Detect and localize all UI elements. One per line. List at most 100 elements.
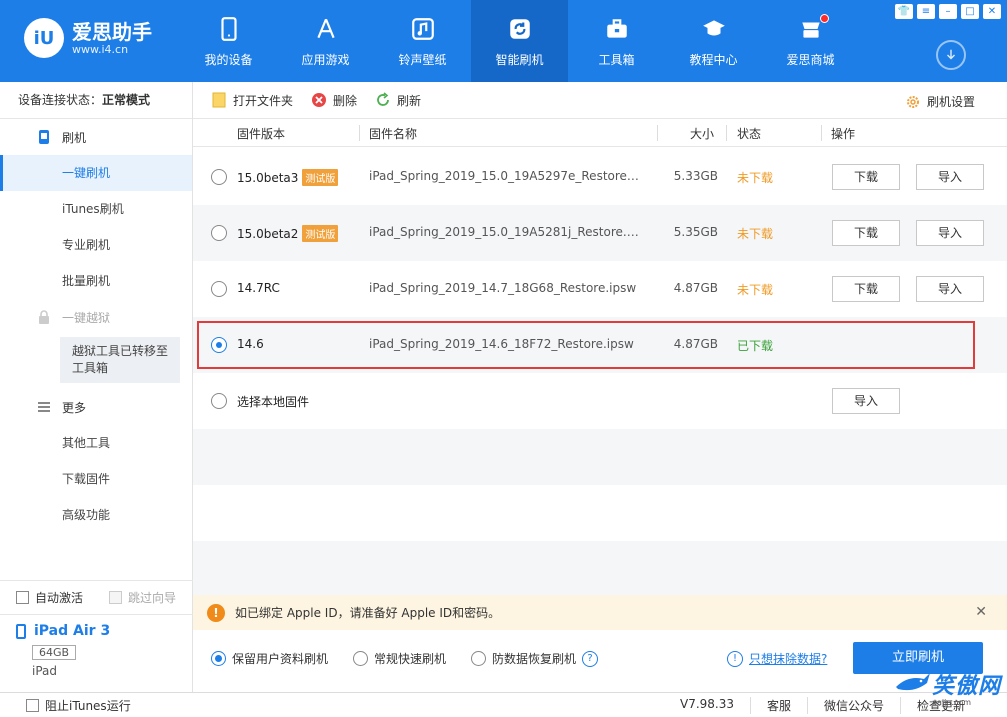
nav-apps[interactable]: 应用游戏 — [277, 0, 374, 82]
firmware-radio[interactable] — [211, 169, 227, 185]
import-button[interactable]: 导入 — [916, 220, 984, 246]
firmware-name: iPad_Spring_2019_15.0_19A5281j_Restore.i… — [369, 225, 639, 239]
close-icon[interactable]: ✕ — [983, 4, 1001, 19]
sidebar-bottom: 自动激活 跳过向导 iPad Air 3 64GB iPad — [0, 580, 193, 692]
main-panel: 打开文件夹 删除 刷新 刷机设置 固件版本 固件名称 大小 状态 操作 15.0… — [193, 82, 1007, 692]
refresh-icon — [377, 92, 389, 106]
warning-icon: ! — [207, 603, 225, 622]
local-firmware-label: 选择本地固件 — [237, 393, 309, 410]
folder-icon — [212, 92, 226, 108]
list-icon — [36, 399, 52, 415]
download-button[interactable]: 下载 — [832, 164, 900, 190]
help-icon[interactable]: ? — [582, 650, 599, 667]
open-folder-button[interactable]: 打开文件夹 — [211, 92, 293, 109]
nav-tutorials[interactable]: 教程中心 — [665, 0, 762, 82]
delete-button[interactable]: 删除 — [311, 92, 357, 109]
firmware-radio[interactable] — [211, 393, 227, 409]
appstore-icon — [312, 15, 340, 43]
firmware-radio[interactable] — [211, 225, 227, 241]
import-button[interactable]: 导入 — [916, 164, 984, 190]
download-manager-icon[interactable] — [936, 40, 966, 70]
open-folder-label: 打开文件夹 — [233, 93, 294, 108]
import-button[interactable]: 导入 — [832, 388, 900, 414]
nav-label: 我的设备 — [204, 52, 253, 67]
firmware-radio[interactable] — [211, 281, 227, 297]
empty-row — [193, 485, 1007, 541]
sidebar-item-advanced[interactable]: 高级功能 — [0, 497, 192, 533]
option-quick[interactable]: 常规快速刷机 — [353, 650, 446, 667]
sidebar-item-batch-flash[interactable]: 批量刷机 — [0, 263, 192, 299]
option-keep-data[interactable]: 保留用户资料刷机 — [211, 650, 328, 667]
support-link[interactable]: 客服 — [750, 697, 807, 714]
flash-settings-label: 刷机设置 — [926, 95, 975, 109]
table-header: 固件版本 固件名称 大小 状态 操作 — [193, 119, 1007, 147]
toolbar: 打开文件夹 删除 刷新 刷机设置 — [193, 82, 1007, 119]
empty-row — [193, 541, 1007, 595]
sidebar-item-other-tools[interactable]: 其他工具 — [0, 425, 192, 461]
nav-label: 爱思商城 — [786, 52, 835, 67]
sidebar-group-flash[interactable]: 刷机 — [0, 119, 192, 155]
import-button[interactable]: 导入 — [916, 276, 984, 302]
flash-settings-button[interactable]: 刷机设置 — [905, 93, 975, 110]
table-row: 15.0beta2 测试版 iPad_Spring_2019_15.0_19A5… — [193, 205, 1007, 261]
device-type: iPad — [32, 664, 58, 678]
sidebar-group-jailbreak: 一键越狱 — [0, 299, 192, 335]
logo-mark: iU — [24, 18, 64, 58]
block-itunes-checkbox[interactable] — [26, 698, 39, 712]
block-itunes: 阻止iTunes运行 — [0, 697, 131, 714]
sidebar-item-one-click-flash[interactable]: 一键刷机 — [0, 155, 192, 191]
wipe-data-link[interactable]: ! 只想抹除数据? — [727, 650, 827, 667]
logo-url: www.i4.cn — [72, 42, 129, 56]
menu-icon[interactable]: ≡ — [917, 4, 935, 19]
app-logo: iU 爱思助手 www.i4.cn — [24, 18, 152, 58]
refresh-icon — [506, 15, 534, 43]
nav-shop[interactable]: 爱思商城 — [762, 0, 859, 82]
col-actions: 操作 — [831, 127, 856, 141]
sidebar-group-more[interactable]: 更多 — [0, 389, 192, 425]
option-radio[interactable] — [471, 651, 486, 666]
version-text: 15.0beta3 — [237, 170, 299, 185]
auto-activate-checkbox[interactable] — [16, 591, 29, 604]
option-anti-recovery[interactable]: 防数据恢复刷机 ? — [471, 650, 599, 667]
music-icon — [409, 15, 437, 43]
sidebar-item-itunes-flash[interactable]: iTunes刷机 — [0, 191, 192, 227]
maximize-icon[interactable]: □ — [961, 4, 979, 19]
minimize-icon[interactable]: – — [939, 4, 957, 19]
nav-ringtones[interactable]: 铃声壁纸 — [374, 0, 471, 82]
nav-smart-flash[interactable]: 智能刷机 — [471, 0, 568, 82]
connection-status: 设备连接状态：正常模式 — [0, 82, 192, 119]
device-name-text: iPad Air 3 — [34, 623, 111, 639]
col-name: 固件名称 — [369, 127, 418, 141]
info-icon: ! — [727, 650, 743, 667]
watermark-text: 笑傲网 — [931, 674, 1001, 699]
col-size: 大小 — [690, 127, 715, 141]
option-label: 保留用户资料刷机 — [232, 652, 329, 666]
option-label: 防数据恢复刷机 — [492, 652, 577, 666]
toolbox-icon — [603, 15, 631, 43]
window-controls: 👕 ≡ – □ ✕ — [895, 4, 1001, 19]
table-row-local-firmware: 选择本地固件 导入 — [193, 373, 1007, 429]
sidebar-item-download-firmware[interactable]: 下载固件 — [0, 461, 192, 497]
option-radio[interactable] — [353, 651, 368, 666]
firmware-version: 14.7RC — [237, 281, 280, 295]
nav-my-device[interactable]: 我的设备 — [180, 0, 277, 82]
block-itunes-label: 阻止iTunes运行 — [45, 698, 131, 713]
refresh-button[interactable]: 刷新 — [375, 92, 421, 109]
delete-icon — [312, 93, 327, 107]
nav-toolbox[interactable]: 工具箱 — [568, 0, 665, 82]
close-icon[interactable]: ✕ — [975, 604, 987, 620]
download-button[interactable]: 下载 — [832, 276, 900, 302]
wechat-link[interactable]: 微信公众号 — [807, 697, 900, 714]
skin-icon[interactable]: 👕 — [895, 4, 913, 19]
col-version: 固件版本 — [237, 127, 286, 141]
table-row: 15.0beta3 测试版 iPad_Spring_2019_15.0_19A5… — [193, 149, 1007, 205]
download-button[interactable]: 下载 — [832, 220, 900, 246]
option-radio[interactable] — [211, 651, 226, 666]
empty-row — [193, 429, 1007, 485]
lock-icon — [36, 309, 52, 325]
sidebar-item-pro-flash[interactable]: 专业刷机 — [0, 227, 192, 263]
sidebar-group-label: 一键越狱 — [62, 310, 111, 325]
beta-badge: 测试版 — [302, 169, 339, 186]
firmware-version: 15.0beta3 测试版 — [237, 169, 339, 186]
ipad-icon — [16, 623, 26, 639]
